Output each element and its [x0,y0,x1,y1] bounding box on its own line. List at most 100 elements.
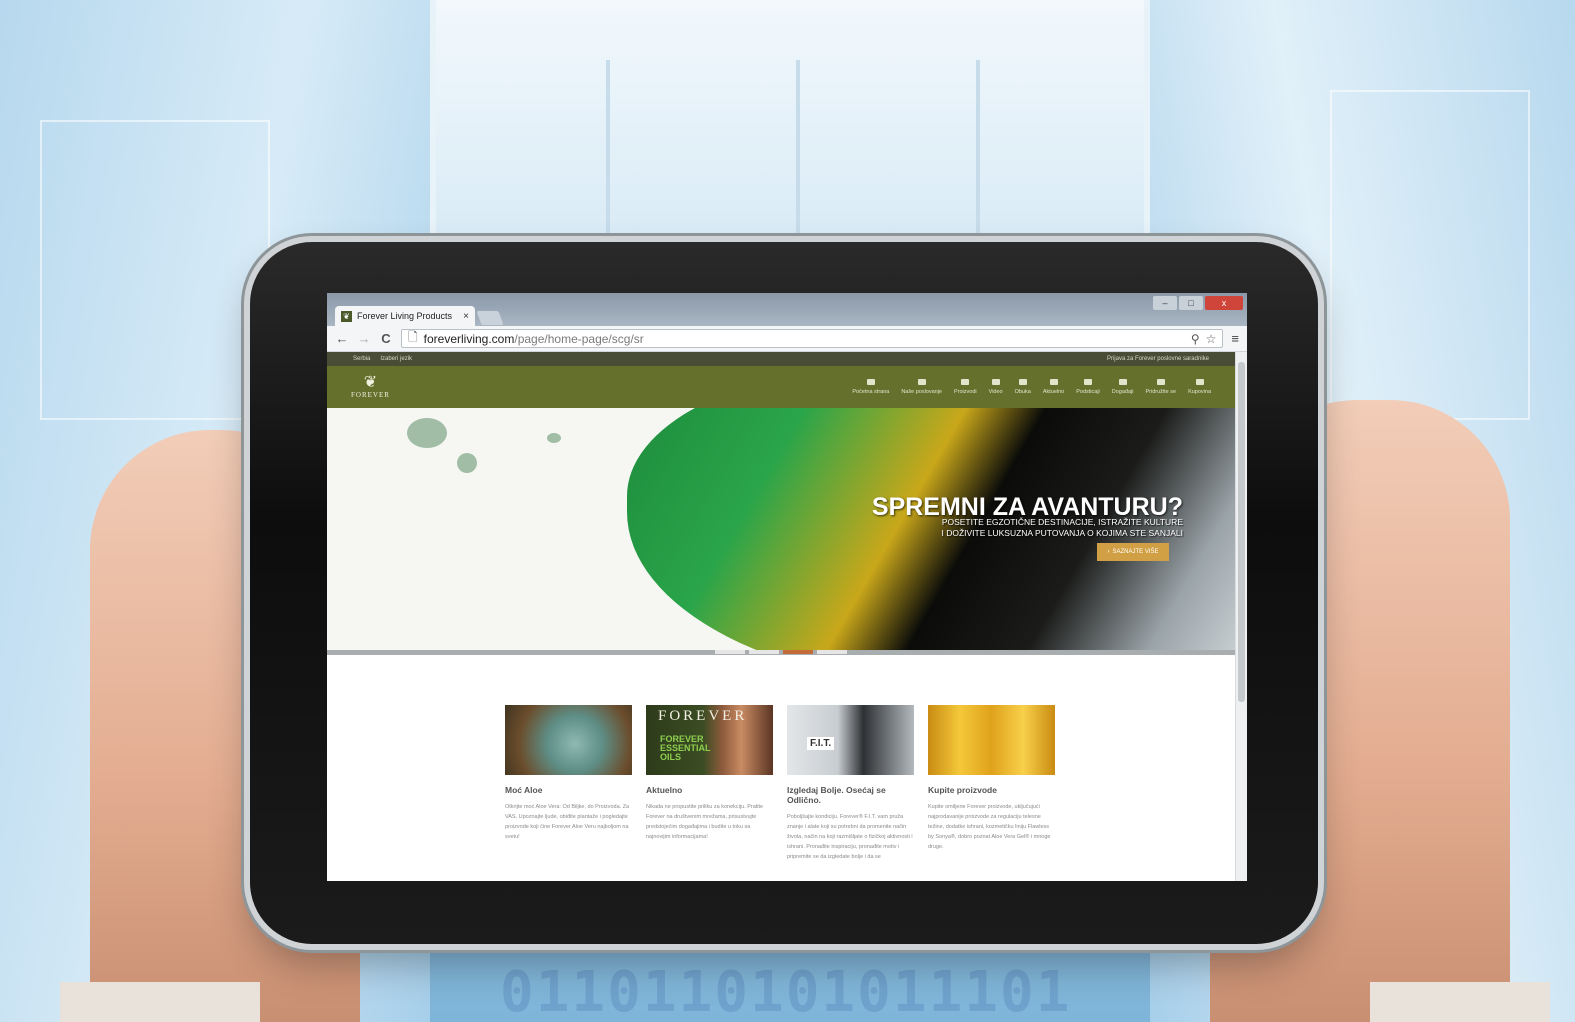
bookmark-star-icon[interactable]: ☆ [1206,332,1217,346]
card-body: Kupite omiljene Forever proizvode, uklju… [928,804,1051,850]
window-controls: – □ x [1153,296,1243,310]
hero-banner[interactable]: SPREMNI ZA AVANTURU? POSETITE EGZOTIČNE … [327,408,1235,650]
card-fit-image: F.I.T. [787,705,914,775]
card-aloe-image [505,705,632,775]
nav-item-label: Kupovina [1188,389,1211,395]
hero-subtitle-line1: POSETITE EGZOTIČNE DESTINACIJE, ISTRAŽIT… [941,517,1183,527]
card-news-image: FOREVER FOREVER ESSENTIAL OILS [646,705,773,775]
tab-close-icon[interactable]: × [463,311,469,322]
card-body: Otkrijte moć Aloe Vera: Od Biljke, do Pr… [505,804,630,840]
browser-toolbar: ← → C 🗋 foreverliving.com/page/home-page… [327,326,1247,352]
slider-dot[interactable] [817,650,847,654]
background-window [430,0,1150,260]
cta-label: SAZNAJTE VIŠE [1112,549,1159,555]
new-tab-button[interactable] [476,311,504,325]
site-top-bar: Serbia Izaberi jezik Prijava za Forever … [327,352,1235,366]
search-icon[interactable]: ⚲ [1191,332,1200,346]
paint-splash [547,433,561,443]
card-fit[interactable]: F.I.T. Izgledaj Bolje. Osećaj se Odlično… [787,705,914,862]
url-text: foreverliving.com/page/home-page/scg/sr [424,332,644,346]
card-body: Poboljšajte kondiciju. Forever® F.I.T. v… [787,814,913,860]
maximize-button[interactable]: □ [1179,296,1203,310]
browser-tab[interactable]: ❦ Forever Living Products × [335,306,475,326]
card-news[interactable]: FOREVER FOREVER ESSENTIAL OILS Aktuelno … [646,705,773,862]
favicon-icon: ❦ [341,310,352,322]
cta-arrow-icon: › [1107,549,1110,555]
browser-tab-strip: ❦ Forever Living Products × – □ x [327,293,1247,326]
forward-arrow-icon[interactable]: → [357,331,371,346]
card-body: Nikada ne propustite priliku za konekcij… [646,804,764,840]
nav-item[interactable]: Početna strana [852,379,889,395]
slider-dot[interactable] [715,650,745,654]
nav-item[interactable]: Obuka [1015,379,1031,395]
card-shop-image [928,705,1055,775]
address-bar[interactable]: 🗋 foreverliving.com/page/home-page/scg/s… [401,329,1224,348]
slider-track [327,650,1235,655]
nav-item-label: Video [988,389,1003,395]
site-navbar: ❦ FOREVER Početna strana Naše poslovanje P… [327,366,1235,408]
nav-item[interactable]: Proizvodi [954,379,977,395]
forever-logo[interactable]: ❦ FOREVER [351,374,390,400]
page-scrollbar[interactable] [1235,352,1247,881]
back-arrow-icon[interactable]: ← [335,331,349,346]
browser-menu-icon[interactable]: ≡ [1231,331,1239,346]
reload-icon[interactable]: C [379,331,393,346]
nav-item-icon [961,379,970,385]
nav-item[interactable]: Aktuelno [1043,379,1064,395]
url-path: /page/home-page/scg/sr [514,331,644,346]
url-host: foreverliving.com [423,331,515,346]
slider-dot-active[interactable] [783,650,813,654]
nav-item-icon [1118,379,1127,385]
tablet-screen: ❦ Forever Living Products × – □ x ← → C … [327,293,1247,881]
hero-subtitle-line2: I DOŽIVITE LUKSUZNA PUTOVANJA O KOJIMA S… [941,528,1183,538]
nav-item-label: Proizvodi [954,389,977,395]
minimize-button[interactable]: – [1153,296,1177,310]
background-glass-panel [40,120,270,420]
scrollbar-thumb[interactable] [1238,362,1245,702]
nav-item-icon [1049,379,1058,385]
nav-item[interactable]: Kupovina [1188,379,1211,395]
nav-item[interactable]: Pridružite se [1145,379,1176,395]
learn-more-button[interactable]: › SAZNAJTE VIŠE [1097,543,1169,561]
card-aloe[interactable]: Moć Aloe Otkrijte moć Aloe Vera: Od Bilj… [505,705,632,862]
tab-title: Forever Living Products [357,311,453,321]
card-title: Aktuelno [646,785,683,795]
paint-splash [457,453,477,473]
left-shirt-cuff [60,982,260,1022]
nav-item-label: Obuka [1014,389,1031,395]
feature-cards: Moć Aloe Otkrijte moć Aloe Vera: Od Bilj… [505,705,1055,862]
nav-item-label: Početna strana [852,389,890,395]
close-window-button[interactable]: x [1205,296,1243,310]
fit-badge: F.I.T. [807,737,835,750]
logo-text: FOREVER [351,391,390,399]
language-selector[interactable]: Izaberi jezik [380,356,412,362]
page-icon: 🗋 [408,330,418,344]
slider-dot[interactable] [749,650,779,654]
card-title: Izgledaj Bolje. Osećaj se Odlično. [787,785,886,805]
background-glass-panel [1330,90,1530,420]
nav-item-icon [1195,379,1204,385]
card-shop[interactable]: Kupite proizvode Kupite omiljene Forever… [928,705,1055,862]
country-selector[interactable]: Serbia [353,356,370,362]
nav-item-label: Pridružite se [1145,389,1177,395]
nav-item[interactable]: Događaji [1111,379,1134,395]
nav-item-icon [991,379,1000,385]
nav-item-icon [917,379,926,385]
nav-item-icon [1156,379,1165,385]
nav-item[interactable]: Video [989,379,1003,395]
nav-item-label: Naše poslovanje [901,389,942,395]
aloe-logo-icon: ❦ [363,374,378,391]
paint-splash [407,418,447,448]
partner-login-link[interactable]: Prijava za Forever poslovne saradnike [1107,356,1209,362]
nav-item-icon [866,379,875,385]
nav-item-icon [1083,379,1092,385]
background-binary-text: 0110110101011101 [500,960,1072,1020]
card-image-subtext: FOREVER ESSENTIAL OILS [660,734,711,762]
nav-item-label: Podsticaji [1076,389,1100,395]
card-title: Moć Aloe [505,785,543,795]
card-image-text: FOREVER [658,708,748,724]
card-title: Kupite proizvode [928,785,997,795]
nav-item[interactable]: Naše poslovanje [901,379,942,395]
nav-item-label: Događaji [1111,389,1134,395]
nav-item[interactable]: Podsticaji [1076,379,1100,395]
